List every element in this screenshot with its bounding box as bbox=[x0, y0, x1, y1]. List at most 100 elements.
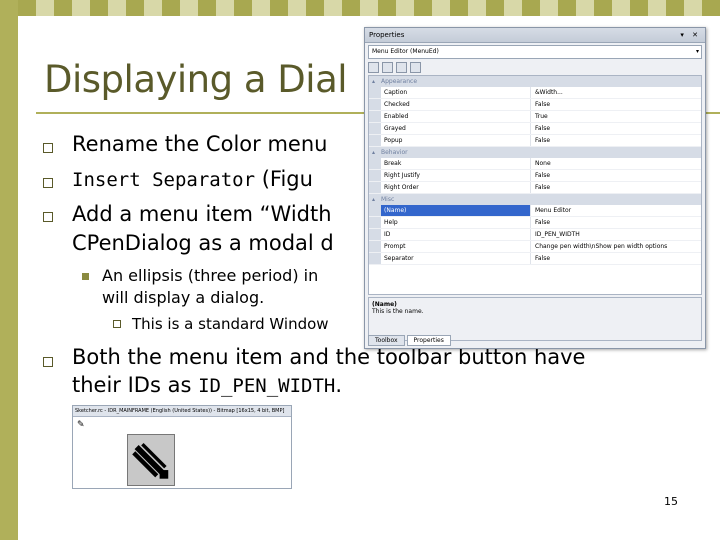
property-category[interactable]: ▴ Behavior bbox=[369, 147, 701, 158]
row-gutter bbox=[369, 170, 381, 181]
checker-cell bbox=[558, 0, 576, 16]
property-value[interactable]: &Width... bbox=[531, 87, 701, 98]
checker-cell bbox=[630, 0, 648, 16]
property-row[interactable]: Help False bbox=[369, 217, 701, 229]
property-value[interactable]: False bbox=[531, 217, 701, 228]
checker-cell bbox=[270, 0, 288, 16]
bullet-3-line-1: Add a menu item “Width bbox=[72, 202, 332, 226]
checker-cell bbox=[378, 0, 396, 16]
property-row[interactable]: Right Order False bbox=[369, 182, 701, 194]
property-value[interactable]: False bbox=[531, 253, 701, 264]
property-row[interactable]: ID ID_PEN_WIDTH bbox=[369, 229, 701, 241]
sub-bullet-marker bbox=[82, 273, 89, 280]
checker-cell bbox=[342, 0, 360, 16]
property-value[interactable]: True bbox=[531, 111, 701, 122]
property-value[interactable]: False bbox=[531, 170, 701, 181]
panel-tabs: Toolbox Properties bbox=[368, 335, 453, 346]
checker-cell bbox=[216, 0, 234, 16]
property-name: Help bbox=[381, 217, 531, 228]
events-icon[interactable] bbox=[410, 61, 421, 73]
properties-title: Properties bbox=[369, 31, 405, 39]
checker-cell bbox=[468, 0, 486, 16]
property-row[interactable]: Right Justify False bbox=[369, 170, 701, 182]
checker-cell bbox=[180, 0, 198, 16]
checker-cell bbox=[90, 0, 108, 16]
checker-cell bbox=[414, 0, 432, 16]
property-row[interactable]: Separator False bbox=[369, 253, 701, 265]
checker-cell bbox=[702, 0, 720, 16]
property-name: (Name) bbox=[381, 205, 531, 216]
row-gutter bbox=[369, 229, 381, 240]
bullet-4-post: . bbox=[335, 373, 343, 397]
property-value[interactable]: False bbox=[531, 182, 701, 193]
sub-bullet-line-2: will display a dialog. bbox=[102, 288, 265, 307]
property-category[interactable]: ▴ Appearance bbox=[369, 76, 701, 87]
bullet-3-line-2: CPenDialog as a modal d bbox=[72, 231, 334, 255]
alphabetical-icon[interactable] bbox=[382, 61, 393, 73]
checker-cell bbox=[450, 0, 468, 16]
property-row[interactable]: Break None bbox=[369, 158, 701, 170]
bullet-4-line-2: their IDs as ID_PEN_WIDTH. bbox=[72, 371, 342, 400]
property-name: Checked bbox=[381, 99, 531, 110]
bullet-marker bbox=[43, 357, 53, 367]
property-row[interactable]: Enabled True bbox=[369, 111, 701, 123]
property-name: Enabled bbox=[381, 111, 531, 122]
property-value[interactable]: False bbox=[531, 135, 701, 146]
bullet-2-text: (Figu bbox=[255, 167, 313, 191]
collapse-icon[interactable]: ▴ bbox=[372, 194, 381, 205]
bitmap-canvas[interactable] bbox=[127, 434, 175, 486]
tab-toolbox[interactable]: Toolbox bbox=[368, 335, 405, 346]
property-row[interactable]: (Name) Menu Editor bbox=[369, 205, 701, 217]
properties-window: Properties ▾ ✕ Menu Editor (MenuEd) ▾ ▴ A… bbox=[364, 27, 706, 349]
checker-cell bbox=[432, 0, 450, 16]
property-value[interactable]: False bbox=[531, 99, 701, 110]
collapse-icon[interactable]: ▴ bbox=[372, 76, 381, 87]
bullet-marker bbox=[43, 143, 53, 153]
properties-icon[interactable] bbox=[396, 61, 407, 73]
checker-cell bbox=[540, 0, 558, 16]
bullet-4-code: ID_PEN_WIDTH bbox=[198, 375, 336, 397]
checker-cell bbox=[126, 0, 144, 16]
object-selector-value: Menu Editor (MenuEd) bbox=[372, 48, 439, 55]
row-gutter bbox=[369, 158, 381, 169]
checker-cell bbox=[288, 0, 306, 16]
property-value[interactable]: ID_PEN_WIDTH bbox=[531, 229, 701, 240]
collapse-icon[interactable]: ▴ bbox=[372, 147, 381, 158]
property-value[interactable]: Menu Editor bbox=[531, 205, 701, 216]
sub-bullet-line-1: An ellipsis (three period) in bbox=[102, 266, 319, 285]
checker-cell bbox=[612, 0, 630, 16]
description-text: This is the name. bbox=[372, 308, 424, 315]
property-row[interactable]: Popup False bbox=[369, 135, 701, 147]
property-row[interactable]: Checked False bbox=[369, 99, 701, 111]
property-category[interactable]: ▴ Misc bbox=[369, 194, 701, 205]
property-row[interactable]: Caption &Width... bbox=[369, 87, 701, 99]
tab-properties[interactable]: Properties bbox=[406, 335, 451, 346]
checker-cell bbox=[594, 0, 612, 16]
property-category-label: Appearance bbox=[381, 78, 418, 85]
property-value[interactable]: False bbox=[531, 123, 701, 134]
bullet-1-text: Rename the Color menu bbox=[72, 132, 328, 156]
checker-cell bbox=[522, 0, 540, 16]
property-value[interactable]: None bbox=[531, 158, 701, 169]
checker-cell bbox=[684, 0, 702, 16]
property-value[interactable]: Change pen width\nShow pen width options bbox=[531, 241, 701, 252]
row-gutter bbox=[369, 135, 381, 146]
checker-cell bbox=[198, 0, 216, 16]
window-controls-icon[interactable]: ▾ ✕ bbox=[680, 28, 701, 42]
bullet-marker bbox=[43, 212, 53, 222]
properties-toolbar bbox=[368, 61, 702, 73]
chevron-down-icon[interactable]: ▾ bbox=[696, 46, 699, 58]
checker-cell bbox=[108, 0, 126, 16]
object-selector-combo[interactable]: Menu Editor (MenuEd) ▾ bbox=[368, 45, 702, 59]
property-name: Caption bbox=[381, 87, 531, 98]
pencil-icon[interactable]: ✎ bbox=[77, 420, 85, 430]
checker-cell bbox=[324, 0, 342, 16]
bitmap-editor-window: Sketcher.rc - IDR_MAINFRAME (English (Un… bbox=[72, 405, 292, 489]
checker-cell bbox=[306, 0, 324, 16]
slide-title: Displaying a Dial bbox=[44, 58, 348, 101]
checker-cell bbox=[666, 0, 684, 16]
property-grid: ▴ Appearance Caption &Width... Checked False E… bbox=[368, 75, 702, 295]
categorized-icon[interactable] bbox=[368, 61, 379, 73]
property-row[interactable]: Prompt Change pen width\nShow pen width o… bbox=[369, 241, 701, 253]
property-row[interactable]: Grayed False bbox=[369, 123, 701, 135]
